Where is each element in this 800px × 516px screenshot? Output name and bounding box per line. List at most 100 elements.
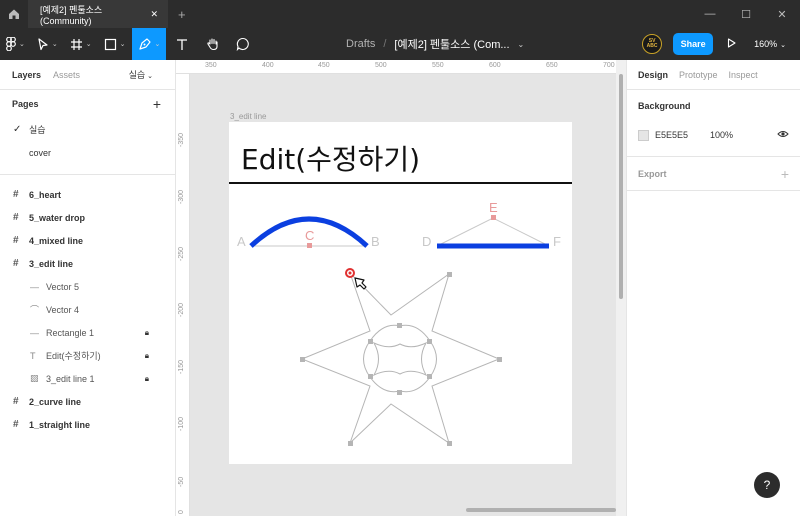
layer-label: 2_curve line xyxy=(29,396,82,407)
flower-guide-shape xyxy=(363,324,437,393)
pen-tool-button[interactable]: ⌄ xyxy=(131,28,167,60)
frame-hash-icon xyxy=(70,38,82,50)
canvas[interactable]: 350 400 450 500 550 600 650 700 -350 -30… xyxy=(176,60,626,516)
zoom-dropdown[interactable]: 160% ⌄ xyxy=(754,39,786,49)
breadcrumb-drafts[interactable]: Drafts xyxy=(346,38,375,50)
file-tab-title: [예제2] 펜툴소스 (Community) xyxy=(40,4,103,26)
flower-inner-guide xyxy=(372,341,428,377)
page-item[interactable]: cover xyxy=(0,141,175,164)
lock-icon[interactable]: 🔒︎ xyxy=(145,351,149,361)
present-play-icon[interactable] xyxy=(727,37,736,51)
layer-label: 3_edit line 1 xyxy=(46,373,95,384)
comment-tool-button[interactable] xyxy=(228,28,258,60)
ruler-tick: -100 xyxy=(178,416,185,431)
layer-item[interactable]: # 6_heart xyxy=(0,183,175,206)
layer-item[interactable]: ▨ 3_edit line 1 🔒︎ xyxy=(0,367,175,390)
vertical-scrollbar[interactable] xyxy=(619,74,623,299)
checkmark-icon: ✓ xyxy=(13,124,22,135)
frame-hash-icon: # xyxy=(13,189,19,200)
frame-name-label[interactable]: 3_edit line xyxy=(230,112,266,121)
point-label-f: F xyxy=(553,234,561,249)
point-label-e: E xyxy=(489,200,498,215)
frame-tool-button[interactable]: ⌄ xyxy=(64,28,98,60)
rectangle-icon xyxy=(104,38,116,50)
horizontal-scrollbar[interactable] xyxy=(466,508,616,512)
page-item[interactable]: ✓ 실습 xyxy=(0,118,175,141)
layer-item[interactable]: — Rectangle 1 🔒︎ xyxy=(0,321,175,344)
ruler-tick: -200 xyxy=(178,302,185,317)
frame-hash-icon: # xyxy=(13,419,19,430)
avatar[interactable]: SV ABC xyxy=(642,34,663,54)
tab-assets[interactable]: Assets xyxy=(53,70,80,80)
ruler-tick: 450 xyxy=(318,62,330,69)
layer-item[interactable]: # 5_water drop xyxy=(0,206,175,229)
figma-logo-icon xyxy=(6,37,16,51)
frame-hash-icon: # xyxy=(13,212,19,223)
main-menu-button[interactable]: ⌄ xyxy=(0,28,31,60)
layer-item[interactable]: # 1_straight line xyxy=(0,413,175,436)
tab-inspect[interactable]: Inspect xyxy=(729,70,758,80)
layer-label: 6_heart xyxy=(29,189,62,200)
text-t-icon: T xyxy=(30,350,36,361)
chevron-down-icon[interactable]: ⌄ xyxy=(518,40,525,49)
maximize-icon[interactable]: ☐ xyxy=(728,0,764,28)
ruler-tick: 500 xyxy=(375,62,387,69)
background-opacity-input[interactable]: 100% xyxy=(710,130,733,140)
hand-tool-button[interactable] xyxy=(198,28,228,60)
new-tab-icon[interactable]: + xyxy=(178,7,186,22)
background-heading: Background xyxy=(638,101,691,111)
move-tool-button[interactable]: ⌄ xyxy=(31,28,64,60)
close-tab-icon[interactable]: ✕ xyxy=(150,9,158,20)
breadcrumb: Drafts / [예제2] 펜툴소스 (Com... ⌄ xyxy=(346,28,524,60)
add-page-icon[interactable]: + xyxy=(153,96,161,112)
chevron-down-icon: ⌄ xyxy=(85,41,92,48)
vector-drawings[interactable]: A B C D F E xyxy=(229,122,572,464)
ruler-tick: 600 xyxy=(489,62,501,69)
page-item-label: cover xyxy=(29,147,52,158)
lock-icon[interactable]: 🔒︎ xyxy=(145,328,149,338)
chevron-down-icon: ⌄ xyxy=(51,41,58,48)
ruler-tick: 0 xyxy=(178,510,185,514)
page-selector[interactable]: 실습 ⌄ xyxy=(129,68,153,81)
tab-prototype[interactable]: Prototype xyxy=(679,70,718,80)
file-tab[interactable]: [예제2] 펜툴소스 (Community) ✕ xyxy=(28,0,168,28)
chevron-down-icon: ⌄ xyxy=(19,41,25,48)
ruler-tick: 400 xyxy=(262,62,274,69)
chevron-down-icon: ⌄ xyxy=(147,73,153,80)
lock-icon[interactable]: 🔒︎ xyxy=(145,374,149,384)
text-tool-button[interactable] xyxy=(166,28,198,60)
background-hex-input[interactable]: E5E5E5 xyxy=(655,130,688,140)
home-button[interactable] xyxy=(0,0,28,28)
minimize-icon[interactable]: — xyxy=(692,0,728,28)
layer-label: Rectangle 1 xyxy=(46,327,95,338)
layers-panel: Layers Assets 실습 ⌄ Pages + ✓ 실습 cover # 6… xyxy=(0,60,176,516)
frame-3-edit-line[interactable]: Edit(수정하기) A B C D F E xyxy=(229,122,572,464)
window-close-icon[interactable]: ✕ xyxy=(764,0,800,28)
ruler-tick: -250 xyxy=(178,246,185,261)
tab-layers[interactable]: Layers xyxy=(12,70,41,80)
layer-item[interactable]: ⌒ Vector 4 xyxy=(0,298,175,321)
guide-triangle-def xyxy=(436,217,550,247)
ruler-tick: -350 xyxy=(178,132,185,147)
layer-item[interactable]: # 4_mixed line xyxy=(0,229,175,252)
file-name[interactable]: [예제2] 펜툴소스 (Com... xyxy=(394,36,509,52)
background-color-swatch[interactable] xyxy=(638,129,649,141)
ruler-tick: -300 xyxy=(178,189,185,204)
layer-item[interactable]: # 3_edit line xyxy=(0,252,175,275)
layer-item[interactable]: # 2_curve line xyxy=(0,390,175,413)
ruler-tick: 550 xyxy=(432,62,444,69)
chevron-down-icon: ⌄ xyxy=(119,41,126,48)
add-export-icon[interactable]: + xyxy=(781,166,789,182)
share-button[interactable]: Share xyxy=(673,33,714,55)
pen-cursor-icon xyxy=(354,277,367,290)
layer-item[interactable]: T Edit(수정하기) 🔒︎ xyxy=(0,344,175,367)
ruler-tick: 350 xyxy=(205,62,217,69)
point-label-a: A xyxy=(237,234,246,249)
handle-e xyxy=(491,215,496,220)
layer-item[interactable]: — Vector 5 xyxy=(0,275,175,298)
pages-heading: Pages xyxy=(12,99,39,109)
help-button[interactable]: ? xyxy=(754,472,780,498)
shape-tool-button[interactable]: ⌄ xyxy=(98,28,132,60)
tab-design[interactable]: Design xyxy=(638,70,668,80)
eye-visibility-icon[interactable] xyxy=(777,130,789,141)
